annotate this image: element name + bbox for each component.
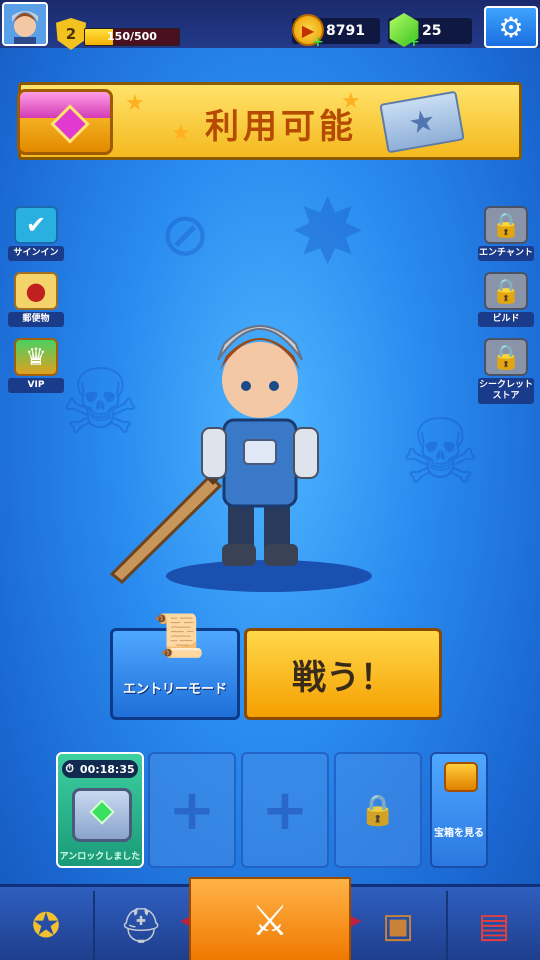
coin-amount: 8791: [326, 23, 365, 39]
rank-medal-icon: ✪: [31, 906, 61, 946]
star-icon: ★: [125, 91, 145, 116]
player-level-badge: 2: [56, 18, 86, 50]
build-icon: 🔒: [484, 272, 528, 310]
plus-icon: +: [261, 777, 309, 843]
chest-timer: ⏱ 00:18:35: [62, 760, 138, 778]
top-bar: 2 150/500 ▶ + 8791 + 25 ⚙: [0, 0, 540, 50]
offer-banner[interactable]: ★ ★ ★ 利用可能 ★: [17, 82, 522, 160]
nav-hero[interactable]: ⛑: [95, 891, 187, 960]
vip-button[interactable]: ♛ VIP: [8, 338, 64, 398]
build-button[interactable]: 🔒 ビルド: [478, 272, 534, 332]
nav-rank[interactable]: ✪: [0, 891, 92, 960]
entry-mode-button[interactable]: 📜 エントリーモード: [110, 611, 240, 720]
gem-amount: 25: [422, 23, 442, 39]
vip-crown-icon: ♛: [14, 338, 58, 376]
nav-inventory[interactable]: ▣: [352, 891, 444, 960]
mail-button[interactable]: ● 郵便物: [8, 272, 64, 332]
mail-label: 郵便物: [8, 312, 64, 327]
xp-bar: 150/500: [84, 28, 180, 46]
add-coins-icon[interactable]: +: [312, 34, 324, 50]
scroll-map-icon: 📜: [152, 611, 206, 660]
view-chests-button[interactable]: 宝箱を見る: [430, 752, 488, 868]
treasure-chest-icon: [444, 762, 478, 792]
plus-icon: +: [168, 777, 216, 843]
sword-bg-icon: ⊘: [160, 200, 211, 270]
fight-button[interactable]: 戦う！: [244, 628, 442, 720]
backpack-icon: ▣: [381, 906, 415, 946]
enchant-label: エンチャント: [478, 246, 534, 261]
fight-label: 戦う！: [292, 657, 394, 698]
hero-knight[interactable]: [108, 300, 408, 590]
build-label: ビルド: [478, 312, 534, 327]
calendar-check-icon: ✔: [14, 206, 58, 244]
vip-label: VIP: [8, 378, 64, 393]
entry-mode-label: エントリーモード: [122, 682, 227, 697]
bottom-nav: ✪ ⛑ ◀ ⚔ ▶ ▣ ▤: [0, 877, 540, 960]
clock-icon: ⏱: [65, 762, 74, 775]
gear-icon: ⚙: [498, 10, 524, 44]
banner-title: 利用可能: [205, 107, 357, 147]
ticket-icon: ★: [379, 90, 465, 154]
lock-icon: 🔒: [359, 792, 397, 828]
sign-in-button[interactable]: ✔ サインイン: [8, 206, 64, 266]
secret-store-icon: 🔒: [484, 338, 528, 376]
treasure-chest-icon: ▤: [477, 906, 511, 946]
chest-slot-empty[interactable]: +: [148, 752, 236, 868]
gem-counter[interactable]: + 25: [388, 13, 472, 50]
crossed-swords-icon: ⚔: [251, 895, 289, 945]
player-avatar[interactable]: [2, 2, 48, 46]
treasure-chest-icon: [17, 89, 113, 155]
settings-button[interactable]: ⚙: [484, 6, 538, 48]
coin-counter[interactable]: ▶ + 8791: [292, 14, 380, 50]
nav-shop[interactable]: ▤: [448, 891, 540, 960]
chest-timer-text: 00:18:35: [79, 762, 135, 776]
skull-bg-icon: ✸: [290, 180, 366, 285]
helmet-icon: ⛑: [119, 906, 163, 946]
chest-slot-locked[interactable]: 🔒: [334, 752, 422, 868]
add-gems-icon[interactable]: +: [408, 34, 420, 50]
anvil-icon: 🔒: [484, 206, 528, 244]
chest-icon: [72, 788, 132, 842]
view-chests-label: 宝箱を見る: [434, 828, 484, 839]
skull-bg-icon: ☠: [400, 400, 481, 505]
secret-store-label: シークレットストア: [478, 378, 534, 404]
enchant-button[interactable]: 🔒 エンチャント: [478, 206, 534, 266]
secret-store-button[interactable]: 🔒 シークレットストア: [478, 338, 534, 404]
chest-status: アンロックしました: [59, 852, 141, 862]
nav-battle[interactable]: ⚔: [189, 877, 351, 960]
chest-slot-empty[interactable]: +: [241, 752, 329, 868]
mail-icon: ●: [14, 272, 58, 310]
sign-in-label: サインイン: [8, 246, 64, 261]
chest-slot-active[interactable]: ⏱ 00:18:35 アンロックしました: [56, 752, 144, 868]
xp-text: 150/500: [107, 30, 157, 43]
